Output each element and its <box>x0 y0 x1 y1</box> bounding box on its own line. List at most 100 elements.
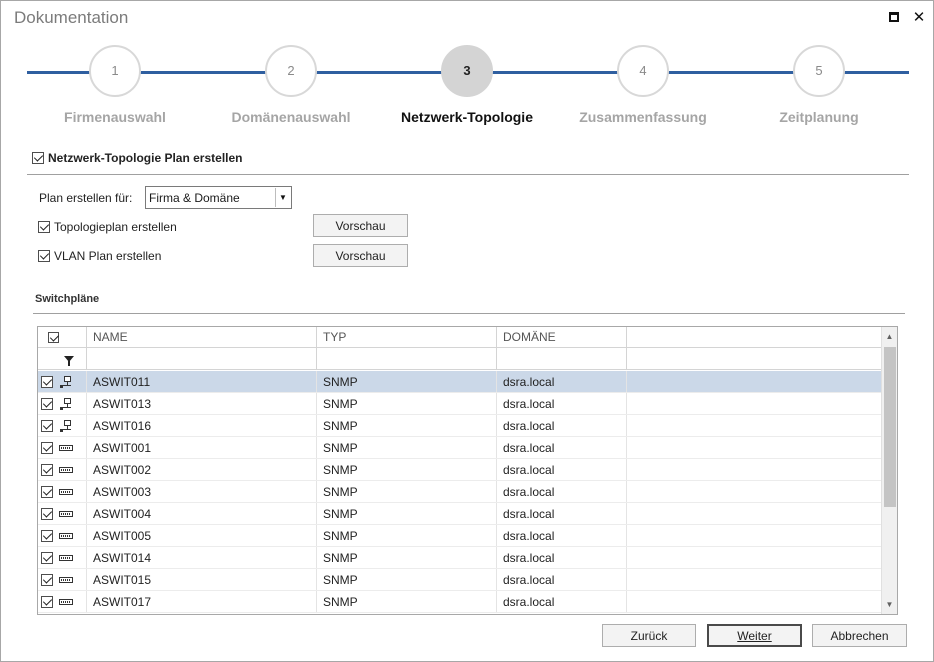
vlan-plan-option[interactable]: VLAN Plan erstellen <box>38 249 161 263</box>
section-divider <box>27 174 909 175</box>
row-select-cell <box>38 547 87 568</box>
scroll-thumb[interactable] <box>884 347 896 507</box>
row-checkbox[interactable] <box>41 573 53 586</box>
column-header-type[interactable]: TYP <box>317 327 497 347</box>
vlan-plan-checkbox[interactable] <box>38 250 50 262</box>
row-name: ASWIT014 <box>87 547 317 568</box>
row-select-cell <box>38 415 87 436</box>
row-checkbox[interactable] <box>41 441 53 454</box>
row-type: SNMP <box>317 415 497 436</box>
table-row[interactable]: ASWIT015 SNMP dsra.local <box>38 569 882 591</box>
row-checkbox[interactable] <box>41 529 53 542</box>
table-row[interactable]: ASWIT011 SNMP dsra.local <box>38 371 882 393</box>
row-checkbox[interactable] <box>41 507 53 520</box>
topology-icon <box>59 397 73 410</box>
row-name: ASWIT002 <box>87 459 317 480</box>
vertical-scrollbar[interactable]: ▲ ▼ <box>881 327 897 614</box>
table-row[interactable]: ASWIT002 SNMP dsra.local <box>38 459 882 481</box>
topology-plan-checkbox[interactable] <box>38 221 50 233</box>
row-empty <box>627 591 882 612</box>
table-row[interactable]: ASWIT017 SNMP dsra.local <box>38 591 882 613</box>
row-type: SNMP <box>317 569 497 590</box>
row-select-cell <box>38 569 87 590</box>
plan-for-label: Plan erstellen für: <box>39 191 132 205</box>
row-name: ASWIT003 <box>87 481 317 502</box>
table-row[interactable]: ASWIT005 SNMP dsra.local <box>38 525 882 547</box>
wizard-step-number: 2 <box>265 45 317 97</box>
row-domain: dsra.local <box>497 437 627 458</box>
dialog-window: Dokumentation ✕ 1 Firmenauswahl 2 Domänenau… <box>0 0 934 662</box>
create-topology-plan-option[interactable]: Netzwerk-Topologie Plan erstellen <box>32 151 242 165</box>
row-domain: dsra.local <box>497 481 627 502</box>
filter-type-input[interactable] <box>317 348 497 369</box>
row-empty <box>627 569 882 590</box>
maximize-button[interactable] <box>883 7 905 27</box>
row-empty <box>627 547 882 568</box>
row-name: ASWIT004 <box>87 503 317 524</box>
column-header-domain[interactable]: DOMÄNE <box>497 327 627 347</box>
select-all-checkbox[interactable] <box>47 331 59 343</box>
row-checkbox[interactable] <box>41 595 53 608</box>
grid-filter-row <box>38 348 882 370</box>
row-domain: dsra.local <box>497 569 627 590</box>
table-row[interactable]: ASWIT016 SNMP dsra.local <box>38 415 882 437</box>
wizard-step-3[interactable]: 3 Netzwerk-Topologie <box>377 45 557 125</box>
chevron-down-icon[interactable]: ▼ <box>275 188 290 207</box>
scroll-up-icon[interactable]: ▲ <box>882 328 897 345</box>
column-header-empty <box>627 327 882 347</box>
switch-icon <box>59 464 73 476</box>
wizard-step-1[interactable]: 1 Firmenauswahl <box>25 45 205 125</box>
wizard-step-2[interactable]: 2 Domänenauswahl <box>201 45 381 125</box>
wizard-step-label: Zusammenfassung <box>579 109 707 125</box>
create-topology-plan-checkbox[interactable] <box>32 152 44 164</box>
filter-domain-input[interactable] <box>497 348 627 369</box>
row-checkbox[interactable] <box>41 463 53 476</box>
row-domain: dsra.local <box>497 591 627 612</box>
table-row[interactable]: ASWIT014 SNMP dsra.local <box>38 547 882 569</box>
row-empty <box>627 503 882 524</box>
row-checkbox[interactable] <box>41 485 53 498</box>
row-name: ASWIT017 <box>87 591 317 612</box>
row-empty <box>627 393 882 414</box>
row-name: ASWIT016 <box>87 415 317 436</box>
row-checkbox[interactable] <box>41 419 53 432</box>
scroll-down-icon[interactable]: ▼ <box>882 596 897 613</box>
vlan-plan-label: VLAN Plan erstellen <box>54 249 162 263</box>
filter-name-input[interactable] <box>87 348 317 369</box>
column-header-name[interactable]: NAME <box>87 327 317 347</box>
vlan-preview-button[interactable]: Vorschau <box>313 244 408 267</box>
row-select-cell <box>38 591 87 612</box>
row-select-cell <box>38 525 87 546</box>
row-checkbox[interactable] <box>41 397 53 410</box>
close-button[interactable]: ✕ <box>908 7 930 27</box>
row-name: ASWIT013 <box>87 393 317 414</box>
wizard-step-4[interactable]: 4 Zusammenfassung <box>553 45 733 125</box>
wizard-step-number: 4 <box>617 45 669 97</box>
table-row[interactable]: ASWIT013 SNMP dsra.local <box>38 393 882 415</box>
table-row[interactable]: ASWIT003 SNMP dsra.local <box>38 481 882 503</box>
wizard-step-5[interactable]: 5 Zeitplanung <box>729 45 909 125</box>
row-empty <box>627 371 882 392</box>
wizard-step-number: 5 <box>793 45 845 97</box>
table-row[interactable]: ASWIT001 SNMP dsra.local <box>38 437 882 459</box>
back-button[interactable]: Zurück <box>602 624 696 647</box>
table-row[interactable]: ASWIT004 SNMP dsra.local <box>38 503 882 525</box>
row-empty <box>627 437 882 458</box>
row-checkbox[interactable] <box>41 375 53 388</box>
cancel-button[interactable]: Abbrechen <box>812 624 907 647</box>
topology-plan-option[interactable]: Topologieplan erstellen <box>38 220 177 234</box>
filter-icon[interactable] <box>64 355 74 366</box>
row-name: ASWIT005 <box>87 525 317 546</box>
row-select-cell <box>38 437 87 458</box>
switchplans-heading: Switchpläne <box>35 293 100 305</box>
row-domain: dsra.local <box>497 503 627 524</box>
next-button[interactable]: Weiter <box>707 624 802 647</box>
row-checkbox[interactable] <box>41 551 53 564</box>
row-empty <box>627 415 882 436</box>
maximize-icon <box>889 12 899 22</box>
row-domain: dsra.local <box>497 525 627 546</box>
plan-for-select[interactable]: Firma & Domäne ▼ <box>145 186 292 209</box>
row-type: SNMP <box>317 547 497 568</box>
row-empty <box>627 525 882 546</box>
topology-preview-button[interactable]: Vorschau <box>313 214 408 237</box>
